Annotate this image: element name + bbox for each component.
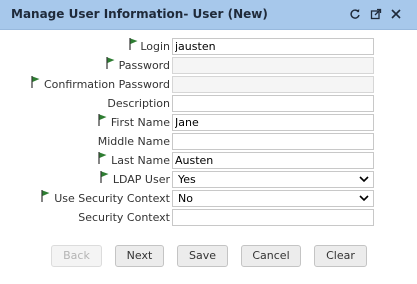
- middle-name-label: Middle Name: [97, 135, 170, 148]
- ldap-user-row: LDAP User Yes: [0, 171, 417, 190]
- description-field[interactable]: [172, 95, 374, 112]
- first-name-field[interactable]: [172, 114, 374, 131]
- login-label: Login: [140, 40, 170, 53]
- required-flag-icon: [31, 76, 40, 88]
- first-name-label: First Name: [110, 116, 170, 129]
- security-context-field[interactable]: [172, 209, 374, 226]
- security-context-label: Security Context: [78, 211, 170, 224]
- login-field[interactable]: [172, 38, 374, 55]
- required-flag-icon: [100, 171, 109, 183]
- use-security-context-label: Use Security Context: [54, 192, 170, 205]
- last-name-row: Last Name: [0, 152, 417, 171]
- use-security-context-selected-value: No: [178, 192, 193, 205]
- required-flag-icon: [41, 190, 50, 202]
- use-security-context-select[interactable]: No: [172, 190, 374, 207]
- chevron-down-icon: [359, 195, 369, 202]
- password-field[interactable]: [172, 57, 374, 74]
- last-name-label: Last Name: [111, 154, 170, 167]
- clear-button[interactable]: Clear: [314, 245, 367, 267]
- confirmation-password-field[interactable]: [172, 76, 374, 93]
- close-icon[interactable]: [390, 8, 402, 20]
- required-flag-icon: [98, 114, 107, 126]
- middle-name-field[interactable]: [172, 133, 374, 150]
- required-flag-icon: [106, 57, 115, 69]
- use-security-context-row: Use Security Context No: [0, 190, 417, 209]
- confirmation-password-row: Confirmation Password: [0, 76, 417, 95]
- password-row: Password: [0, 57, 417, 76]
- chevron-down-icon: [359, 176, 369, 183]
- description-label: Description: [107, 97, 170, 110]
- save-button[interactable]: Save: [177, 245, 228, 267]
- required-flag-icon: [98, 152, 107, 164]
- login-row: Login: [0, 38, 417, 57]
- middle-name-row: Middle Name: [0, 133, 417, 152]
- first-name-row: First Name: [0, 114, 417, 133]
- dialog-titlebar: Manage User Information- User (New): [0, 0, 417, 30]
- description-row: Description: [0, 95, 417, 114]
- cancel-button[interactable]: Cancel: [241, 245, 301, 267]
- next-button[interactable]: Next: [115, 245, 164, 267]
- ldap-user-select[interactable]: Yes: [172, 171, 374, 188]
- last-name-field[interactable]: [172, 152, 374, 169]
- confirmation-password-label: Confirmation Password: [43, 78, 170, 91]
- popout-icon[interactable]: [370, 8, 382, 20]
- password-label: Password: [118, 59, 170, 72]
- ldap-user-label: LDAP User: [112, 173, 170, 186]
- back-button[interactable]: Back: [51, 245, 102, 267]
- security-context-row: Security Context: [0, 209, 417, 228]
- required-flag-icon: [129, 38, 138, 50]
- dialog-title: Manage User Information- User (New): [11, 7, 268, 21]
- refresh-icon[interactable]: [349, 8, 361, 20]
- ldap-user-selected-value: Yes: [178, 173, 196, 186]
